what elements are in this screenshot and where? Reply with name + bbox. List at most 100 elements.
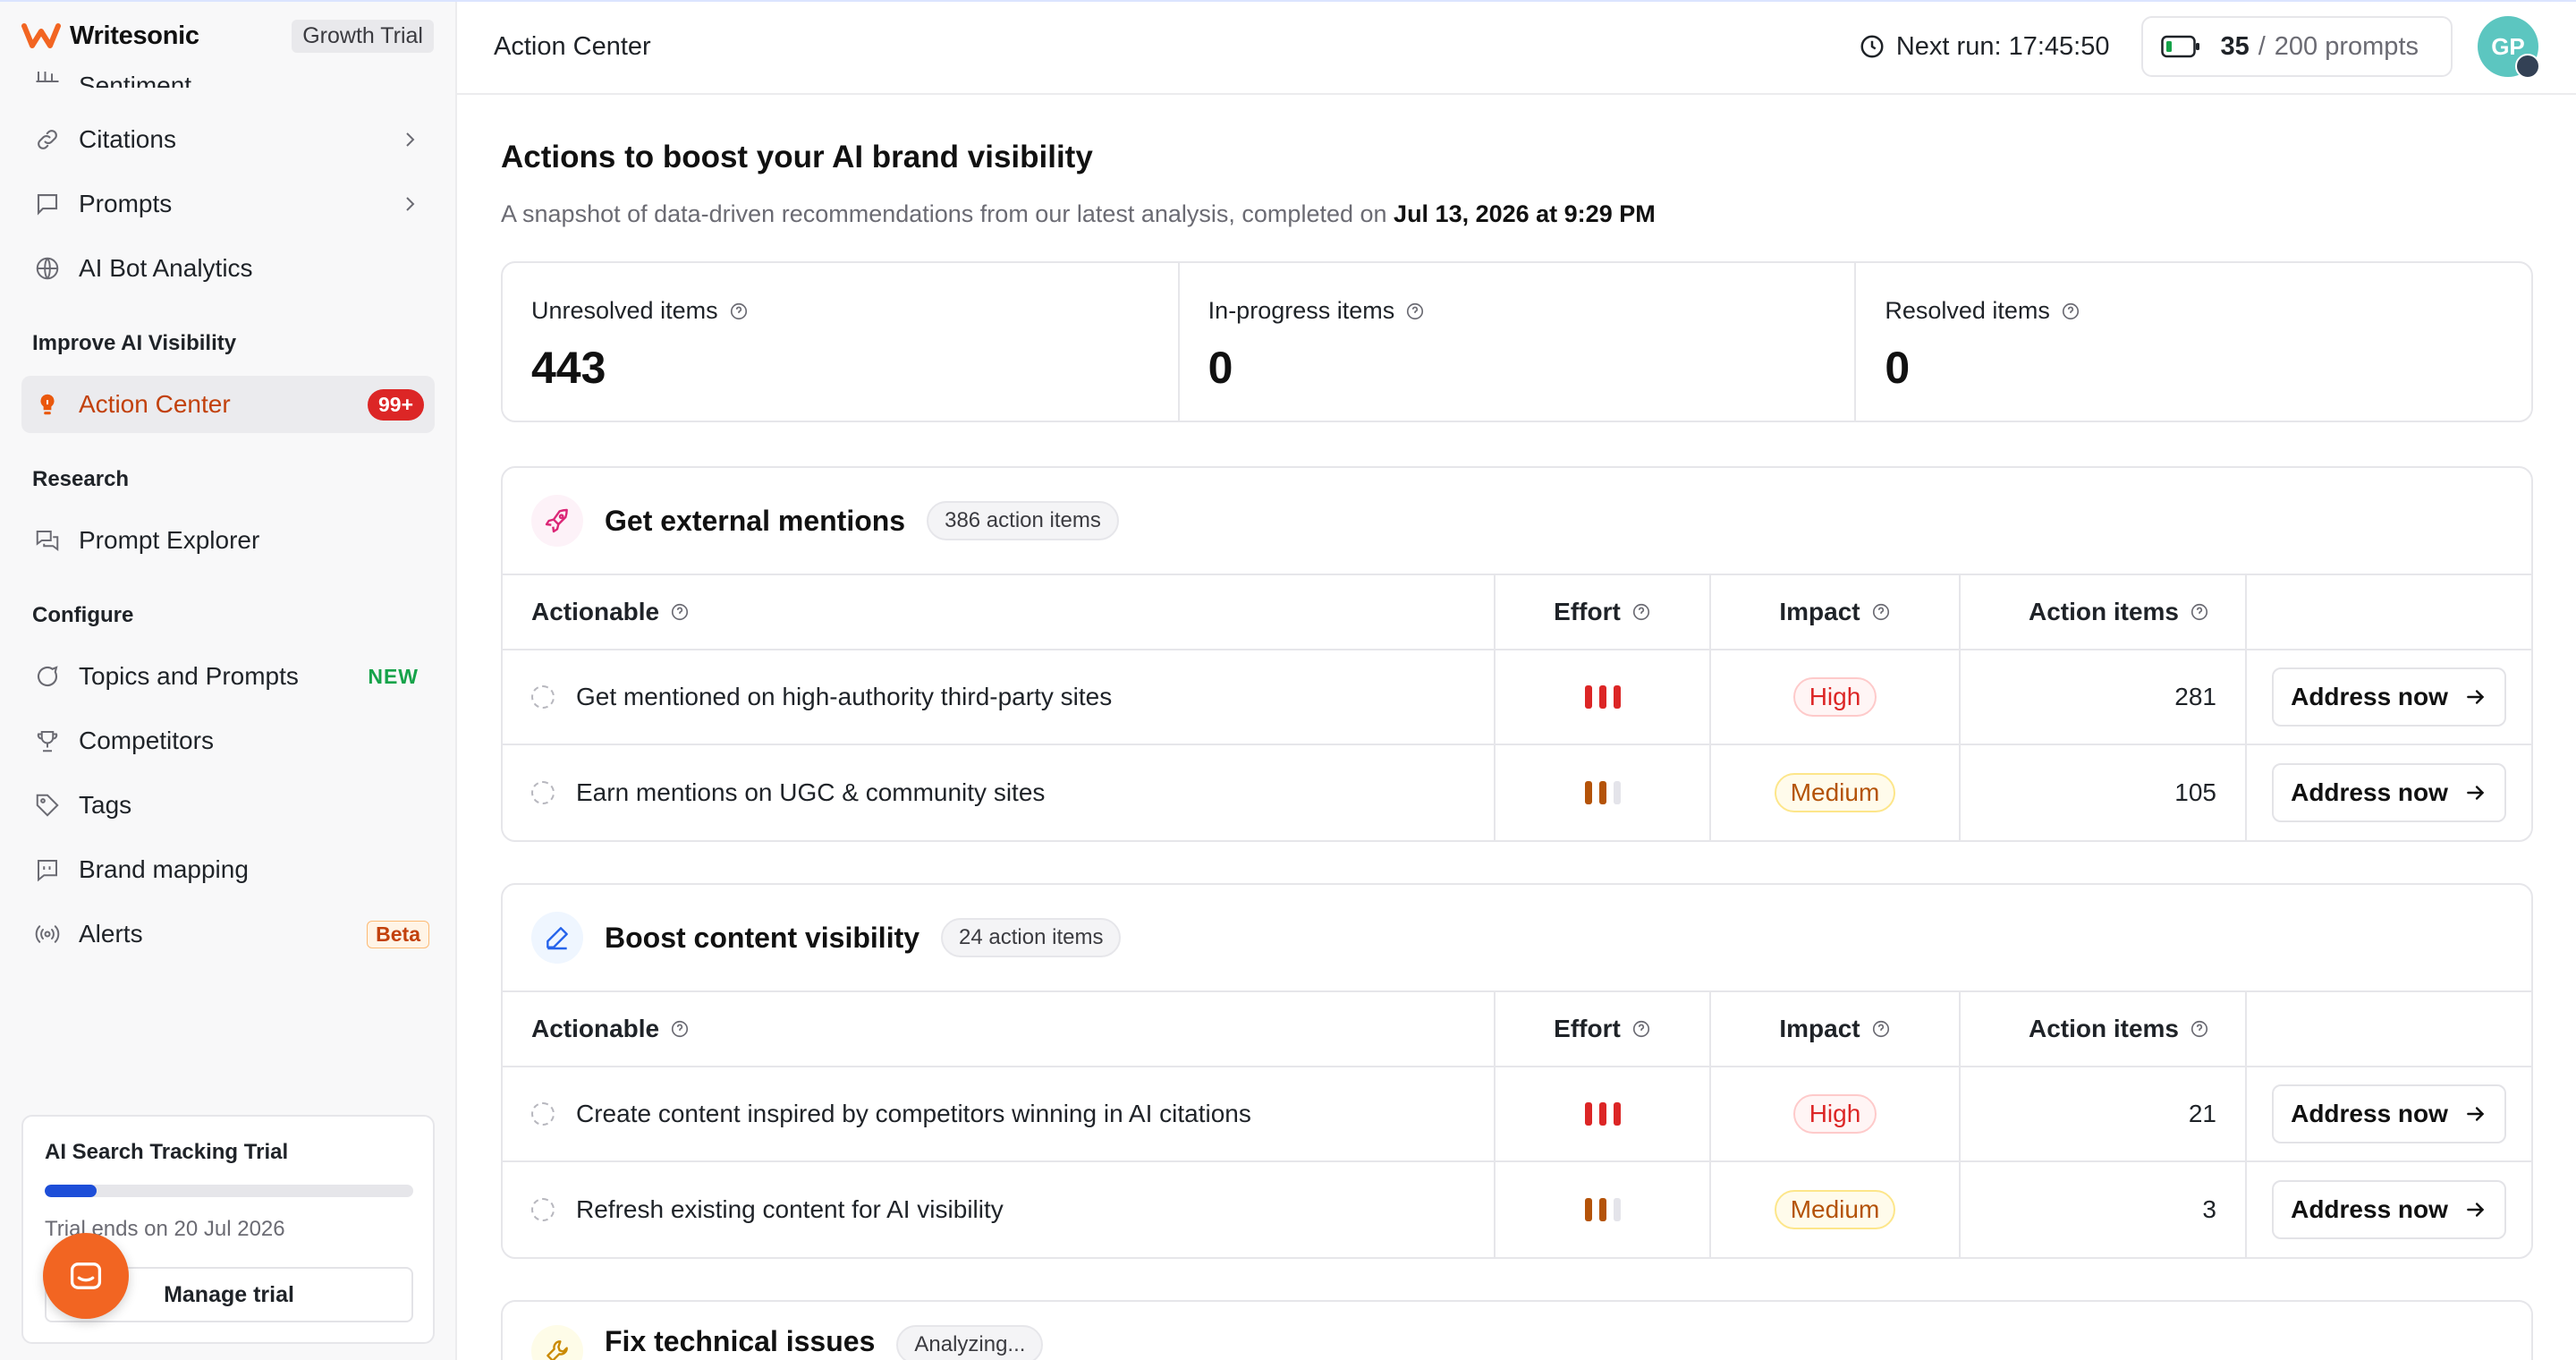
page-breadcrumb-title: Action Center <box>494 31 651 61</box>
impact-cell: Medium <box>1711 1162 1961 1257</box>
sidebar-item-topics-and-prompts[interactable]: Topics and Prompts NEW <box>21 648 435 705</box>
chat-icon <box>70 1262 102 1289</box>
pencil-icon <box>531 912 583 964</box>
sidebar-item-prompts[interactable]: Prompts <box>21 175 435 233</box>
clock-icon <box>1860 35 1884 58</box>
actionable-text: Create content inspired by competitors w… <box>576 1100 1251 1127</box>
effort-cell <box>1496 1162 1711 1257</box>
stat-label-wrap: Resolved items <box>1885 297 2080 325</box>
status-circle-icon[interactable] <box>531 1198 555 1221</box>
rocket-icon <box>531 495 583 547</box>
actionable-cell: Create content inspired by competitors w… <box>503 1067 1496 1160</box>
address-now-button[interactable]: Address now <box>2272 1180 2506 1239</box>
col-label: Actionable <box>531 1015 660 1042</box>
help-circle-icon[interactable] <box>1871 1019 1891 1039</box>
status-circle-icon[interactable] <box>531 1102 555 1126</box>
tag-icon <box>32 790 63 820</box>
sidebar-item-label: Alerts <box>79 920 143 948</box>
action-items-cell: 105 <box>1961 745 2247 840</box>
help-circle-icon[interactable] <box>2190 1019 2209 1039</box>
sidebar-item-tags[interactable]: Tags <box>21 777 435 834</box>
help-circle-icon[interactable] <box>1871 602 1891 622</box>
action-items-cell: 21 <box>1961 1067 2247 1160</box>
sidebar-item-label: Action Center <box>79 390 231 418</box>
address-now-button[interactable]: Address now <box>2272 763 2506 822</box>
sidebar-item-competitors[interactable]: Competitors <box>21 712 435 769</box>
table-row[interactable]: Create content inspired by competitors w… <box>503 1067 2531 1162</box>
help-circle-icon[interactable] <box>1631 602 1651 622</box>
address-now-button[interactable]: Address now <box>2272 667 2506 727</box>
stat-label: Resolved items <box>1885 297 2050 324</box>
chat-launcher-button[interactable] <box>43 1233 129 1319</box>
table-row[interactable]: Earn mentions on UGC & community sites M… <box>503 745 2531 840</box>
help-circle-icon[interactable] <box>2061 302 2080 321</box>
effort-bar <box>1584 781 1592 804</box>
new-tag: NEW <box>368 664 419 688</box>
user-avatar[interactable]: GP <box>2478 16 2540 79</box>
sidebar: Sentiment Writesonic Growth Trial Citati… <box>0 0 457 1360</box>
col-action-items: Action items <box>1961 575 2247 649</box>
chevron-right-icon <box>406 197 415 211</box>
sidebar-item-label: Prompt Explorer <box>79 526 260 554</box>
col-action-items: Action items <box>1961 992 2247 1066</box>
action-group-content-visibility: Boost content visibility 24 action items… <box>501 883 2533 1259</box>
action-items-cell: 3 <box>1961 1162 2247 1257</box>
col-actions <box>2247 992 2531 1066</box>
actionable-text: Refresh existing content for AI visibili… <box>576 1195 1004 1223</box>
status-circle-icon[interactable] <box>531 685 555 709</box>
help-circle-icon[interactable] <box>729 302 749 321</box>
effort-indicator <box>1584 1102 1621 1126</box>
impact-badge: High <box>1792 1094 1877 1134</box>
arrow-right-icon <box>2467 1203 2485 1217</box>
status-circle-icon[interactable] <box>531 781 555 804</box>
effort-cell <box>1496 745 1711 840</box>
effort-cell <box>1496 650 1711 744</box>
button-label: Address now <box>2291 1195 2448 1223</box>
col-impact: Impact <box>1711 992 1961 1066</box>
impact-cell: High <box>1711 650 1961 744</box>
completed-date: Jul 13, 2026 at 9:29 PM <box>1394 200 1656 227</box>
prompts-usage-pill[interactable]: 35 / 200 prompts <box>2141 16 2453 77</box>
stat-unresolved: Unresolved items 443 <box>503 263 1180 421</box>
actionable-cell: Earn mentions on UGC & community sites <box>503 745 1496 840</box>
address-now-button[interactable]: Address now <box>2272 1084 2506 1143</box>
sidebar-item-prompt-explorer[interactable]: Prompt Explorer <box>21 512 435 569</box>
table-row[interactable]: Get mentioned on high-authority third-pa… <box>503 650 2531 745</box>
help-circle-icon[interactable] <box>1631 1019 1651 1039</box>
sidebar-item-alerts[interactable]: Alerts Beta <box>21 905 435 963</box>
help-circle-icon[interactable] <box>2190 602 2209 622</box>
sidebar-item-citations[interactable]: Citations <box>21 111 435 168</box>
section-configure: Configure <box>32 603 134 627</box>
effort-indicator <box>1584 781 1621 804</box>
quote-box-icon <box>32 854 63 885</box>
help-circle-icon[interactable] <box>1405 302 1425 321</box>
col-label: Effort <box>1554 1015 1621 1042</box>
button-label: Address now <box>2291 1100 2448 1127</box>
actionable-cell: Get mentioned on high-authority third-pa… <box>503 650 1496 744</box>
effort-bar <box>1598 781 1606 804</box>
actionable-text: Get mentioned on high-authority third-pa… <box>576 683 1113 710</box>
plan-badge: Growth Trial <box>292 19 434 53</box>
prompts-separator: / <box>2258 31 2266 61</box>
group-title: Boost content visibility <box>605 921 920 954</box>
page-title: Actions to boost your AI brand visibilit… <box>501 140 1093 174</box>
group-count-badge: Analyzing... <box>896 1325 1044 1360</box>
sidebar-item-action-center[interactable]: Action Center 99+ <box>21 376 435 433</box>
button-label: Address now <box>2291 778 2448 806</box>
actionable-text: Earn mentions on UGC & community sites <box>576 778 1046 806</box>
page-subtitle: A snapshot of data-driven recommendation… <box>501 200 1656 228</box>
arrow-right-icon <box>2467 786 2485 800</box>
sidebar-item-label: Brand mapping <box>79 855 249 883</box>
group-title: Get external mentions <box>605 504 906 537</box>
table-row[interactable]: Refresh existing content for AI visibili… <box>503 1162 2531 1257</box>
help-circle-icon[interactable] <box>670 1019 690 1039</box>
action-cell: Address now <box>2247 1162 2531 1257</box>
sidebar-item-ai-bot-analytics[interactable]: AI Bot Analytics <box>21 240 435 297</box>
effort-cell <box>1496 1067 1711 1160</box>
stat-resolved: Resolved items 0 <box>1856 263 2531 421</box>
sidebar-item-brand-mapping[interactable]: Brand mapping <box>21 841 435 898</box>
group-title: Fix technical issues <box>605 1325 876 1357</box>
stat-value: 0 <box>1885 343 1911 393</box>
help-circle-icon[interactable] <box>670 602 690 622</box>
sidebar-item-label: Competitors <box>79 727 214 754</box>
